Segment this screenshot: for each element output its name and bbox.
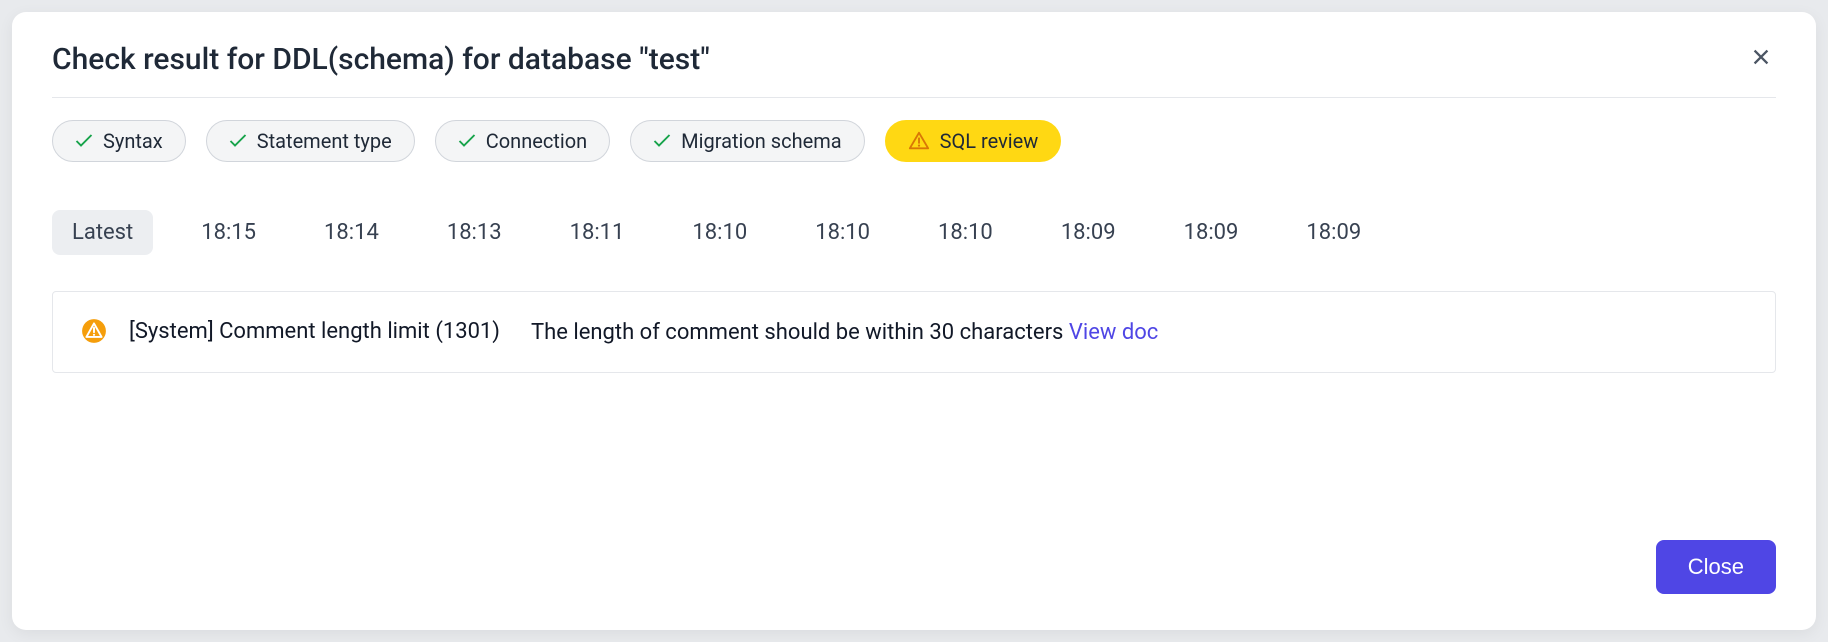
check-chips-row: Syntax Statement type Connection Migrati… [52, 120, 1776, 162]
check-result-modal: Check result for DDL(schema) for databas… [12, 12, 1816, 630]
run-tab-latest[interactable]: Latest [52, 210, 153, 255]
check-icon [653, 129, 671, 153]
run-history-tabs: Latest 18:15 18:14 18:13 18:11 18:10 18:… [52, 210, 1776, 255]
result-title: [System] Comment length limit (1301) [129, 317, 509, 348]
modal-footer: Close [52, 510, 1776, 594]
modal-header: Check result for DDL(schema) for databas… [52, 42, 1776, 98]
run-tab[interactable]: 18:11 [550, 210, 645, 255]
run-tab[interactable]: 18:13 [427, 210, 522, 255]
result-row: [System] Comment length limit (1301) The… [52, 291, 1776, 373]
chip-label: SQL review [940, 129, 1039, 153]
check-chip-syntax[interactable]: Syntax [52, 120, 186, 162]
warning-triangle-icon [81, 318, 107, 348]
check-icon [229, 129, 247, 153]
check-chip-connection[interactable]: Connection [435, 120, 610, 162]
modal-title: Check result for DDL(schema) for databas… [52, 42, 710, 77]
check-icon [75, 129, 93, 153]
view-doc-link[interactable]: View doc [1069, 320, 1158, 345]
check-chip-migration-schema[interactable]: Migration schema [630, 120, 864, 162]
result-description-text: The length of comment should be within 3… [531, 320, 1069, 345]
chip-label: Connection [486, 129, 587, 153]
run-tab[interactable]: 18:10 [795, 210, 890, 255]
chip-label: Syntax [103, 129, 163, 153]
chip-label: Migration schema [681, 129, 841, 153]
run-tab[interactable]: 18:09 [1286, 210, 1381, 255]
close-icon[interactable] [1746, 42, 1776, 77]
check-chip-statement-type[interactable]: Statement type [206, 120, 415, 162]
run-tab[interactable]: 18:15 [181, 210, 276, 255]
result-description: The length of comment should be within 3… [531, 320, 1158, 345]
close-button[interactable]: Close [1656, 540, 1776, 594]
check-chip-sql-review[interactable]: SQL review [885, 120, 1062, 162]
warning-triangle-icon [908, 130, 930, 152]
run-tab[interactable]: 18:10 [672, 210, 767, 255]
run-tab[interactable]: 18:09 [1164, 210, 1259, 255]
chip-label: Statement type [257, 129, 392, 153]
run-tab[interactable]: 18:14 [304, 210, 399, 255]
check-icon [458, 129, 476, 153]
run-tab[interactable]: 18:09 [1041, 210, 1136, 255]
run-tab[interactable]: 18:10 [918, 210, 1013, 255]
